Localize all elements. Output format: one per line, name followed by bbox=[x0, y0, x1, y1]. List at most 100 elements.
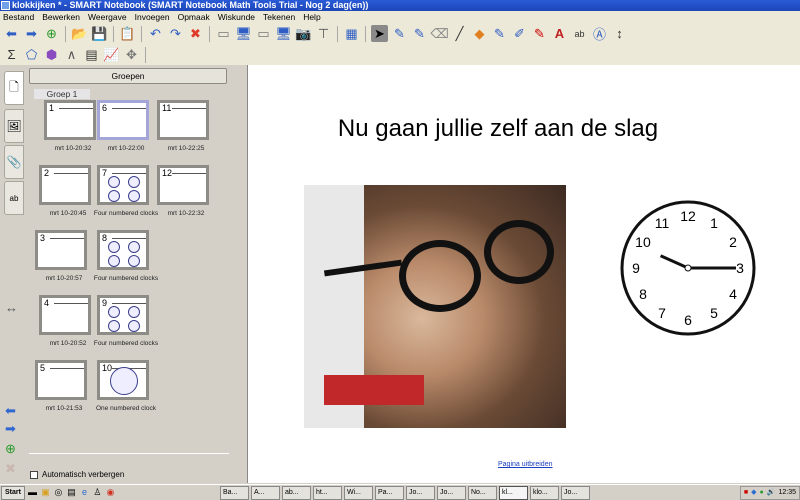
menu-invoegen[interactable]: Invoegen bbox=[135, 11, 170, 23]
taskbar-button[interactable]: ab... bbox=[281, 485, 311, 500]
undo-icon[interactable]: ↶ bbox=[147, 25, 164, 42]
gallery-tab[interactable]: 🖼 bbox=[4, 109, 24, 143]
menu-help[interactable]: Help bbox=[303, 11, 320, 23]
chrome-icon[interactable]: ◉ bbox=[105, 487, 116, 498]
properties-icon[interactable]: ✎ bbox=[531, 25, 548, 42]
table-icon[interactable]: ▦ bbox=[343, 25, 360, 42]
autohide-option[interactable]: Automatisch verbergen bbox=[30, 470, 124, 479]
fill-icon[interactable]: ✐ bbox=[511, 25, 528, 42]
page-thumbnail[interactable]: 2 bbox=[39, 165, 91, 205]
calendar-icon[interactable]: ▤ bbox=[66, 487, 77, 498]
properties-tab[interactable]: ab bbox=[4, 181, 24, 215]
forward-icon[interactable]: ➡ bbox=[23, 25, 40, 42]
delete-page-icon[interactable]: ✖ bbox=[5, 461, 16, 477]
save-icon[interactable]: 💾 bbox=[91, 25, 108, 42]
taskbar-button[interactable]: Jo... bbox=[405, 485, 435, 500]
menu-bestand[interactable]: Bestand bbox=[3, 11, 34, 23]
sigma-icon[interactable]: Σ bbox=[3, 46, 20, 63]
monkey-with-glasses-image[interactable] bbox=[304, 185, 566, 428]
page-sorter-tab[interactable]: 🗋 bbox=[4, 71, 24, 105]
menu-wiskunde[interactable]: Wiskunde bbox=[218, 11, 255, 23]
screen-shade-icon[interactable]: ▭ bbox=[215, 25, 232, 42]
dual-page-icon[interactable]: 🖥 bbox=[275, 25, 292, 42]
page-thumbnail[interactable]: 6 bbox=[97, 100, 149, 140]
page-thumbnail[interactable]: 7 bbox=[97, 165, 149, 205]
add-page-side-icon[interactable]: ⊕ bbox=[5, 441, 16, 457]
menu-weergave[interactable]: Weergave bbox=[88, 11, 127, 23]
taskbar-button[interactable]: ht... bbox=[312, 485, 342, 500]
tray-clock[interactable]: 12:35 bbox=[778, 487, 796, 499]
tray-icon[interactable]: ■ bbox=[744, 487, 748, 499]
taskbar-button[interactable]: klo... bbox=[529, 485, 559, 500]
delete-icon[interactable]: ✖ bbox=[187, 25, 204, 42]
shape-3d-icon[interactable]: ⬠ bbox=[23, 46, 40, 63]
magic-pen-icon[interactable]: ✎ bbox=[491, 25, 508, 42]
polygon-icon[interactable]: ⬢ bbox=[43, 46, 60, 63]
graph-icon[interactable]: 📈 bbox=[103, 46, 120, 63]
line-icon[interactable]: ╱ bbox=[451, 25, 468, 42]
open-folder-icon[interactable]: 📂 bbox=[71, 25, 88, 42]
measure-icon[interactable]: ✥ bbox=[123, 46, 140, 63]
start-button[interactable]: Start bbox=[1, 485, 25, 500]
page-thumbnail[interactable]: 12 bbox=[157, 165, 209, 205]
menu-bewerken[interactable]: Bewerken bbox=[42, 11, 80, 23]
redo-icon[interactable]: ↷ bbox=[167, 25, 184, 42]
creative-pen-icon[interactable]: ✎ bbox=[411, 25, 428, 42]
page-thumbnail[interactable]: 4 bbox=[39, 295, 91, 335]
full-screen-icon[interactable]: 🖥 bbox=[235, 25, 252, 42]
menu-opmaak[interactable]: Opmaak bbox=[178, 11, 210, 23]
slide-title[interactable]: Nu gaan jullie zelf aan de slag bbox=[248, 115, 748, 143]
groups-button[interactable]: Groepen bbox=[29, 68, 227, 84]
eraser-icon[interactable]: ⌫ bbox=[430, 25, 448, 42]
page-thumbnail[interactable]: 8 bbox=[97, 230, 149, 270]
page-thumbnail[interactable]: 9 bbox=[97, 295, 149, 335]
compass-tool-icon[interactable]: ∧ bbox=[63, 46, 80, 63]
text-icon[interactable]: A bbox=[551, 25, 568, 42]
attachments-tab[interactable]: 📎 bbox=[4, 145, 24, 179]
page-thumbnail[interactable]: 10 bbox=[97, 360, 149, 400]
taskbar-button[interactable]: A... bbox=[250, 485, 280, 500]
group-label[interactable]: Groep 1 bbox=[34, 89, 90, 99]
tray-icon[interactable]: ◆ bbox=[751, 487, 756, 499]
compass-icon[interactable]: Ⓐ bbox=[591, 25, 608, 42]
menu-tekenen[interactable]: Tekenen bbox=[263, 11, 295, 23]
ie-icon[interactable]: e bbox=[79, 487, 90, 498]
taskbar-button[interactable]: No... bbox=[467, 485, 497, 500]
toolbar-move-icon[interactable]: ↕ bbox=[611, 25, 628, 42]
taskbar-button[interactable]: Pa... bbox=[374, 485, 404, 500]
analog-clock[interactable]: 12 12 3 45 6 78 9 1011 bbox=[618, 200, 758, 340]
page-thumbnail[interactable]: 1 bbox=[44, 100, 96, 140]
pen-icon[interactable]: ✎ bbox=[391, 25, 408, 42]
slide-canvas[interactable]: Nu gaan jullie zelf aan de slag 12 1 2 3 4 5 6… bbox=[247, 65, 800, 483]
text-style-icon[interactable]: ab bbox=[571, 25, 588, 42]
page-thumbnail[interactable]: 5 bbox=[35, 360, 87, 400]
page-thumbnail[interactable]: 11 bbox=[157, 100, 209, 140]
table-sigma-icon[interactable]: ▤ bbox=[83, 46, 100, 63]
taskbar-button[interactable]: kl... bbox=[498, 485, 528, 500]
taskbar-button[interactable]: Wi... bbox=[343, 485, 373, 500]
back-icon[interactable]: ⬅ bbox=[3, 25, 20, 42]
search-icon[interactable]: ◎ bbox=[53, 487, 64, 498]
taskbar-button[interactable]: Ba... bbox=[219, 485, 249, 500]
prev-page-icon[interactable]: ⬅ bbox=[5, 403, 16, 419]
page-thumbnail[interactable]: 3 bbox=[35, 230, 87, 270]
show-desktop-icon[interactable]: ▬ bbox=[27, 487, 38, 498]
select-arrow-icon[interactable]: ➤ bbox=[371, 25, 388, 42]
transparent-bg-icon[interactable]: ▭ bbox=[255, 25, 272, 42]
people-icon[interactable]: ♙ bbox=[92, 487, 103, 498]
next-page-icon[interactable]: ➡ bbox=[5, 421, 16, 437]
panel-divider[interactable] bbox=[237, 65, 247, 483]
tray-icon[interactable]: ● bbox=[760, 487, 764, 499]
resize-arrows-icon[interactable]: ↔ bbox=[5, 300, 18, 315]
paste-icon[interactable]: 📋 bbox=[119, 25, 136, 42]
extend-page-link[interactable]: Pagina uitbreiden bbox=[498, 461, 553, 468]
taskbar-button[interactable]: Jo... bbox=[436, 485, 466, 500]
volume-icon[interactable]: 🔊 bbox=[767, 487, 776, 499]
add-page-icon[interactable]: ⊕ bbox=[43, 25, 60, 42]
shapes-icon[interactable]: ◆ bbox=[471, 25, 488, 42]
taskbar-button[interactable]: Jo... bbox=[560, 485, 590, 500]
autohide-checkbox[interactable] bbox=[30, 470, 38, 479]
screen-capture-icon[interactable]: 📷 bbox=[295, 25, 312, 42]
media-player-icon[interactable]: ▣ bbox=[40, 487, 51, 498]
document-camera-icon[interactable]: ⊤ bbox=[315, 25, 332, 42]
